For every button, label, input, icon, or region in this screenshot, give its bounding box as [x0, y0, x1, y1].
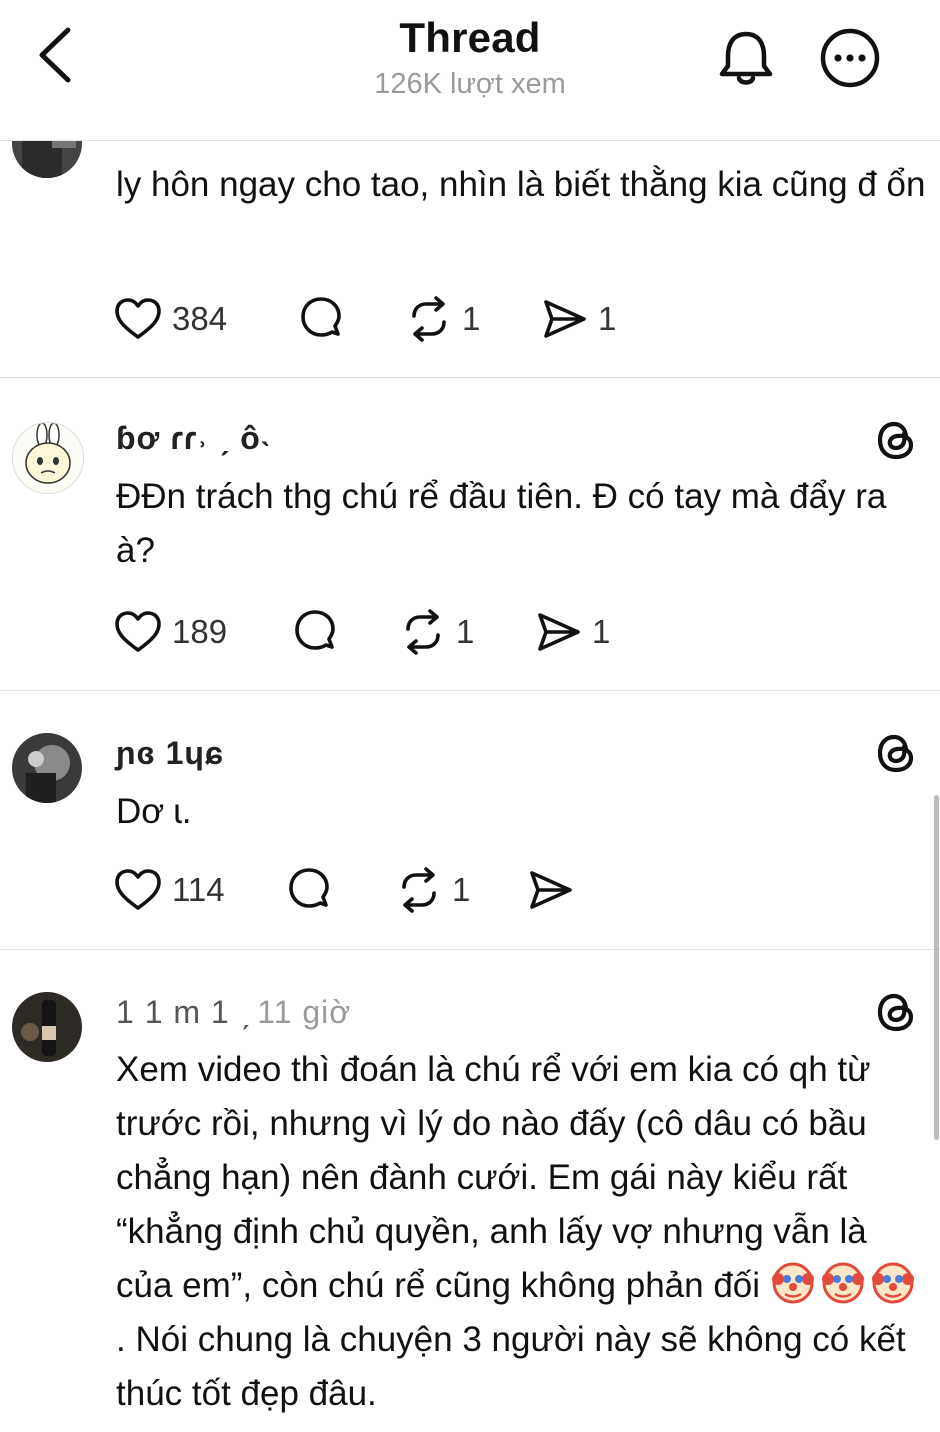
post-text: Dơ ɩ.: [116, 792, 192, 831]
clown-face-emoji: [771, 1262, 814, 1304]
comment-icon: [289, 868, 329, 908]
bell-icon[interactable]: [716, 26, 776, 88]
post-text: Xem video thì đoán là chú rể với em kia …: [116, 1043, 926, 1421]
avatar[interactable]: [12, 992, 82, 1062]
share-button[interactable]: 1: [536, 607, 610, 657]
more-horizontal-icon[interactable]: [818, 26, 882, 90]
clown-face-emoji: [821, 1262, 864, 1304]
comment-icon: [301, 297, 341, 337]
send-icon: [530, 871, 572, 909]
post-text-part2: . Nói chung là chuyện 3 người này sẽ khô…: [116, 1320, 906, 1413]
view-count: 126K lượt xem: [374, 68, 566, 100]
like-count: 114: [172, 871, 225, 908]
repost-count: 1: [456, 613, 475, 650]
avatar[interactable]: [12, 422, 84, 494]
repost-count: 1: [462, 300, 481, 337]
reply-button[interactable]: [298, 294, 344, 344]
heart-icon: [115, 611, 161, 652]
like-count: 384: [172, 300, 228, 337]
post-actions: 189 1 1: [114, 607, 714, 657]
repost-button[interactable]: 1: [406, 294, 480, 344]
repost-count: 1: [452, 871, 471, 908]
send-icon: [538, 613, 580, 651]
repost-icon: [402, 867, 436, 913]
username[interactable]: ɓơ ɾɾ˒ ˏ ô˴: [116, 420, 272, 457]
heart-icon: [115, 869, 161, 910]
reply-button[interactable]: [292, 607, 338, 657]
threads-logo-icon[interactable]: [872, 988, 920, 1036]
post-actions: 114 1: [114, 865, 714, 915]
thread-post: 1 1 m 1 ˏ 11 giờ Xem video thì đoán là ch…: [0, 950, 940, 1432]
username[interactable]: 1 1 m 1 ˏ 11 giờ: [116, 994, 351, 1031]
threads-logo-icon[interactable]: [872, 416, 920, 464]
clown-face-emoji: [871, 1262, 914, 1304]
post-time: 11 giờ: [257, 994, 352, 1030]
thread-post: ɲɞ 1ɥɕ Dơ ɩ. 114 1: [0, 691, 940, 949]
post-text: ly hôn ngay cho tao, nhìn là biết thằng …: [116, 165, 926, 204]
repost-icon: [412, 296, 446, 342]
heart-icon: [115, 298, 161, 339]
repost-button[interactable]: 1: [400, 607, 474, 657]
share-count: 1: [598, 300, 617, 337]
top-bar: Thread 126K lượt xem: [0, 0, 940, 141]
thread-post: ɓơ ɾɾ˒ ˏ ô˴ ĐĐn trách thg chú rể đầu tiê…: [0, 378, 940, 690]
username-text: 1 1 m 1 ˏ: [116, 994, 252, 1030]
comment-icon: [295, 610, 335, 650]
repost-icon: [406, 609, 440, 655]
avatar[interactable]: [12, 733, 82, 803]
share-count: 1: [592, 613, 611, 650]
username[interactable]: ɲɞ 1ɥɕ: [116, 735, 224, 772]
post-text-part1: Xem video thì đoán là chú rể với em kia …: [116, 1050, 871, 1305]
send-icon: [544, 300, 586, 338]
like-button[interactable]: 189: [114, 607, 227, 657]
like-button[interactable]: 114: [114, 865, 225, 915]
page-title: Thread: [399, 14, 541, 61]
repost-button[interactable]: 1: [396, 865, 470, 915]
post-text: ĐĐn trách thg chú rể đầu tiên. Đ có tay …: [116, 477, 887, 570]
post-actions: 384 1 1: [114, 294, 714, 344]
scrollbar[interactable]: [934, 795, 939, 1140]
reply-button[interactable]: [286, 865, 332, 915]
like-count: 189: [172, 613, 228, 650]
share-button[interactable]: 1: [542, 294, 616, 344]
like-button[interactable]: 384: [114, 294, 227, 344]
threads-logo-icon[interactable]: [872, 729, 920, 777]
share-button[interactable]: [528, 865, 574, 915]
